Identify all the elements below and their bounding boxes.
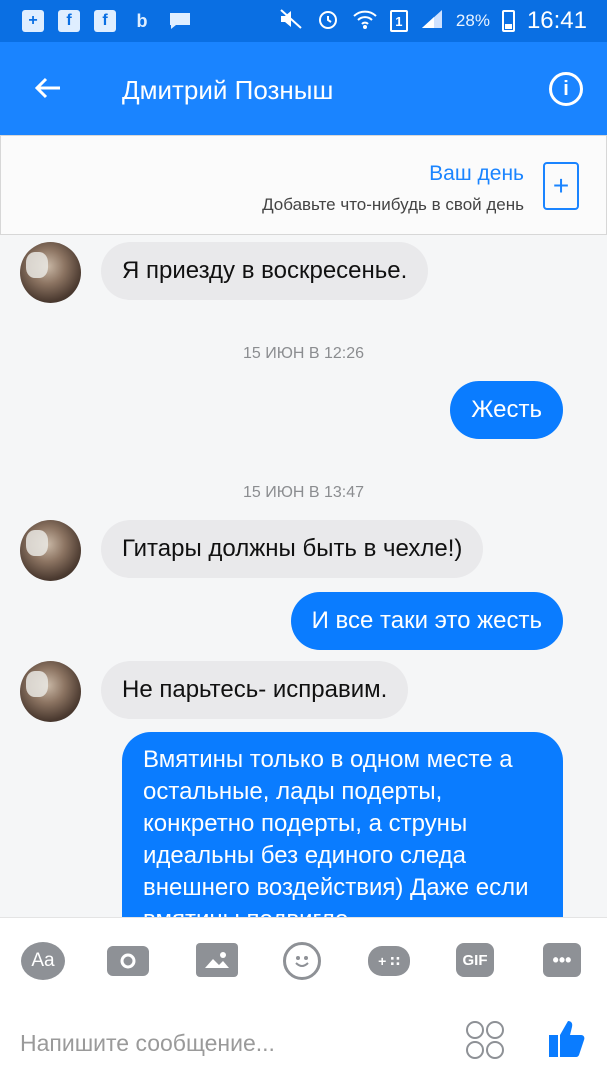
- status-bar: + f f b 1 28% 16:41: [0, 0, 607, 42]
- timestamp: 15 ИЮН В 12:26: [242, 345, 365, 362]
- arrow-left-icon[interactable]: [30, 70, 66, 106]
- incoming-message[interactable]: Не парьтесь- исправим.: [101, 661, 409, 719]
- outgoing-message[interactable]: Вмятины только в одном месте а остальные…: [122, 732, 563, 917]
- your-day-title[interactable]: Ваш день: [429, 162, 524, 186]
- your-day-panel[interactable]: Ваш день Добавьте что-нибудь в свой день…: [0, 135, 607, 235]
- timestamp: 15 ИЮН В 13:47: [242, 484, 365, 501]
- outgoing-message[interactable]: И все таки это жесть: [290, 592, 563, 650]
- emoji-icon[interactable]: [283, 942, 321, 980]
- sticker-icon[interactable]: [466, 1021, 504, 1059]
- sim-icon: 1: [389, 10, 408, 32]
- composer: [0, 1001, 607, 1080]
- gif-icon[interactable]: GIF: [456, 943, 494, 977]
- info-icon[interactable]: i: [549, 72, 583, 106]
- avatar[interactable]: [20, 661, 81, 722]
- chat-icon: [168, 10, 192, 32]
- facebook-icon: f: [94, 10, 116, 32]
- signal-icon: [420, 8, 444, 35]
- battery-icon: [501, 10, 515, 32]
- avatar[interactable]: [20, 242, 81, 303]
- contact-name[interactable]: Дмитрий Позныш: [122, 75, 333, 106]
- more-icon[interactable]: •••: [543, 943, 581, 977]
- outgoing-message[interactable]: Жесть: [450, 381, 563, 439]
- game-icon[interactable]: + ∷: [368, 946, 410, 976]
- facebook-icon: f: [58, 10, 80, 32]
- aa-icon[interactable]: Aa: [21, 942, 65, 980]
- image-icon[interactable]: [196, 943, 238, 977]
- conversation-header: Дмитрий Позныш i: [0, 42, 607, 135]
- camera-icon[interactable]: [107, 946, 149, 976]
- add-story-icon[interactable]: +: [543, 162, 579, 210]
- alarm-icon: [316, 7, 340, 36]
- incoming-message[interactable]: Гитары должны быть в чехле!): [101, 520, 484, 578]
- message-list[interactable]: Я приезду в воскресенье. 15 ИЮН В 12:26 …: [0, 235, 607, 917]
- clock: 16:41: [526, 7, 587, 34]
- your-day-subtitle: Добавьте что-нибудь в свой день: [262, 195, 524, 214]
- thumbs-up-icon[interactable]: [547, 1017, 585, 1059]
- plus-icon: +: [22, 10, 44, 32]
- message-input[interactable]: [20, 1025, 440, 1061]
- avatar[interactable]: [20, 520, 81, 581]
- wifi-icon: [352, 8, 378, 35]
- b-icon: b: [136, 10, 148, 31]
- incoming-message[interactable]: Я приезду в воскресенье.: [101, 242, 429, 300]
- battery-percent: 28%: [455, 11, 490, 30]
- composer-toolbar: Aa + ∷ GIF •••: [0, 917, 607, 1001]
- mute-icon: [278, 8, 304, 35]
